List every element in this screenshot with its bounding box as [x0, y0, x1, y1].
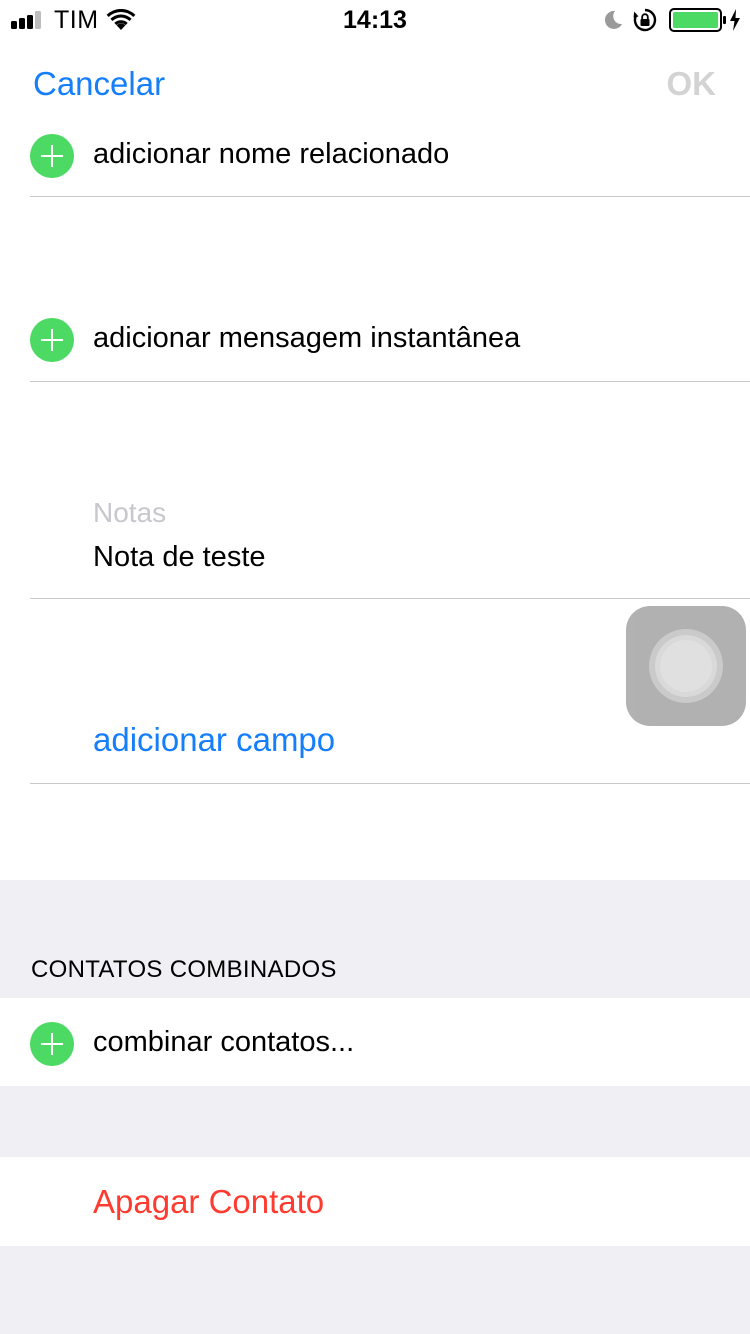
moon-icon [604, 10, 622, 29]
grouped-background [0, 1086, 750, 1157]
notes-text[interactable]: Nota de teste [93, 539, 266, 575]
delete-contact-button[interactable]: Apagar Contato [93, 1182, 324, 1222]
charging-icon [730, 9, 740, 31]
assistive-touch-icon [660, 640, 712, 692]
add-instant-message-row[interactable]: adicionar mensagem instantânea [0, 304, 750, 380]
ok-button[interactable]: OK [667, 62, 717, 106]
add-related-name-label: adicionar nome relacionado [93, 138, 450, 170]
assistive-touch-button[interactable] [626, 606, 746, 726]
link-contacts-label: combinar contatos... [93, 1026, 355, 1058]
orientation-lock-icon [633, 8, 657, 32]
status-bar: TIM 14:13 [0, 0, 750, 40]
add-icon [30, 134, 74, 178]
add-related-name-row[interactable]: adicionar nome relacionado [0, 120, 750, 196]
add-icon [30, 318, 74, 362]
divider [30, 196, 750, 197]
divider [30, 381, 750, 382]
battery-icon [669, 8, 726, 32]
add-field-button[interactable]: adicionar campo [93, 720, 335, 760]
cancel-button[interactable]: Cancelar [33, 62, 165, 106]
linked-contacts-header: CONTATOS COMBINADOS [31, 956, 337, 983]
add-icon [30, 1022, 74, 1066]
add-instant-message-label: adicionar mensagem instantânea [93, 322, 521, 354]
notes-label: Notas [93, 497, 167, 528]
link-contacts-row[interactable]: combinar contatos... [0, 998, 750, 1086]
divider [30, 783, 750, 784]
divider [30, 598, 750, 599]
grouped-background [0, 1246, 750, 1334]
